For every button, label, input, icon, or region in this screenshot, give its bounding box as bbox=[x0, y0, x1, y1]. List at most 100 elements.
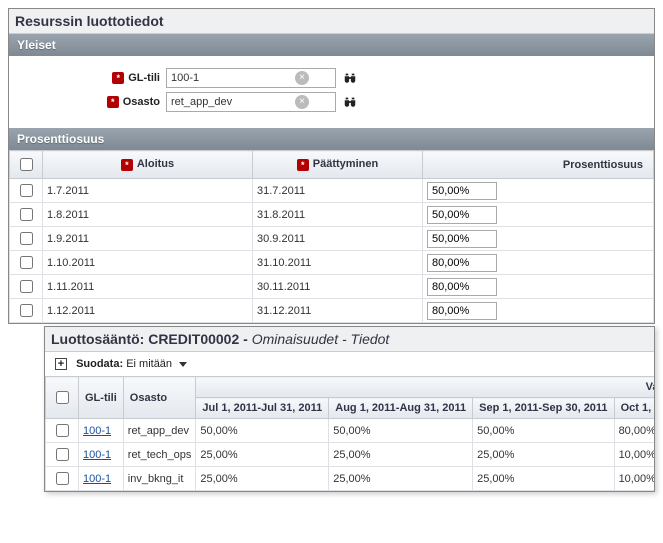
pct-input[interactable] bbox=[427, 230, 497, 248]
table-row: 1.9.201130.9.2011 bbox=[10, 227, 654, 251]
cell-end: 30.9.2011 bbox=[253, 227, 423, 251]
col-pct: Prosenttiosuus bbox=[423, 151, 654, 179]
cell-start: 1.10.2011 bbox=[43, 251, 253, 275]
cell-start: 1.8.2011 bbox=[43, 203, 253, 227]
col-start: *Aloitus bbox=[43, 151, 253, 179]
pct-input[interactable] bbox=[427, 182, 497, 200]
cell-gl: 100-1 bbox=[79, 467, 124, 491]
cell-gl: 100-1 bbox=[79, 419, 124, 443]
table-row: 100-1ret_tech_ops25,00%25,00%25,00%10,00… bbox=[46, 443, 655, 467]
pct-input[interactable] bbox=[427, 254, 497, 272]
cell-pct bbox=[423, 179, 654, 203]
cell-start: 1.12.2011 bbox=[43, 299, 253, 323]
cell-end: 31.10.2011 bbox=[253, 251, 423, 275]
binoculars-icon[interactable] bbox=[342, 70, 358, 86]
cell-end: 31.7.2011 bbox=[253, 179, 423, 203]
panel-title: Resurssin luottotiedot bbox=[9, 9, 654, 34]
row-checkbox[interactable] bbox=[56, 472, 69, 485]
select-all-header[interactable] bbox=[10, 151, 43, 179]
cell-dept: ret_app_dev bbox=[123, 419, 196, 443]
cell-pct bbox=[423, 227, 654, 251]
field-dept: *Osasto ret_app_dev × bbox=[21, 92, 642, 112]
cell-pct bbox=[423, 251, 654, 275]
select-all-checkbox[interactable] bbox=[20, 158, 33, 171]
cell-start: 1.7.2011 bbox=[43, 179, 253, 203]
row-checkbox[interactable] bbox=[20, 280, 33, 293]
expand-icon[interactable]: + bbox=[55, 358, 67, 370]
section-percent: Prosenttiosuus bbox=[9, 128, 654, 150]
gl-link[interactable]: 100-1 bbox=[83, 473, 111, 485]
gl-input[interactable]: 100-1 × bbox=[166, 68, 336, 88]
col-m3: Sep 1, 2011-Sep 30, 2011 bbox=[473, 398, 614, 419]
resource-credit-panel: Resurssin luottotiedot Yleiset *GL-tili … bbox=[8, 8, 655, 324]
required-icon: * bbox=[121, 159, 133, 171]
table-row: 1.10.201131.10.2011 bbox=[10, 251, 654, 275]
clear-icon[interactable]: × bbox=[295, 95, 309, 109]
row-checkbox[interactable] bbox=[56, 424, 69, 437]
pct-input[interactable] bbox=[427, 278, 497, 296]
cell-end: 30.11.2011 bbox=[253, 275, 423, 299]
cell-m4: 10,00% bbox=[614, 443, 654, 467]
table-row: 1.12.201131.12.2011 bbox=[10, 299, 654, 323]
cell-m4: 80,00% bbox=[614, 419, 654, 443]
cell-gl: 100-1 bbox=[79, 443, 124, 467]
table-row: 100-1ret_app_dev50,00%50,00%50,00%80,00% bbox=[46, 419, 655, 443]
field-gl: *GL-tili 100-1 × bbox=[21, 68, 642, 88]
col-gl: GL-tili bbox=[79, 377, 124, 419]
binoculars-icon[interactable] bbox=[342, 94, 358, 110]
cell-m1: 25,00% bbox=[196, 467, 329, 491]
cell-pct bbox=[423, 203, 654, 227]
percent-table: *Aloitus *Päättyminen Prosenttiosuus 1.7… bbox=[9, 150, 654, 323]
row-checkbox[interactable] bbox=[20, 304, 33, 317]
row-checkbox[interactable] bbox=[56, 448, 69, 461]
panel-title: Luottosääntö: CREDIT00002 - Ominaisuudet… bbox=[45, 327, 654, 352]
cell-m2: 25,00% bbox=[329, 443, 473, 467]
gl-link[interactable]: 100-1 bbox=[83, 449, 111, 461]
cell-m4: 10,00% bbox=[614, 467, 654, 491]
cell-m3: 25,00% bbox=[473, 443, 614, 467]
cell-start: 1.11.2011 bbox=[43, 275, 253, 299]
select-all-checkbox[interactable] bbox=[56, 391, 69, 404]
select-all-header[interactable] bbox=[46, 377, 79, 419]
cell-m1: 25,00% bbox=[196, 443, 329, 467]
table-row: 1.7.201131.7.2011 bbox=[10, 179, 654, 203]
col-m1: Jul 1, 2011-Jul 31, 2011 bbox=[196, 398, 329, 419]
col-m2: Aug 1, 2011-Aug 31, 2011 bbox=[329, 398, 473, 419]
cell-m1: 50,00% bbox=[196, 419, 329, 443]
cell-m3: 50,00% bbox=[473, 419, 614, 443]
col-m4: Oct 1, 2011- bbox=[614, 398, 654, 419]
table-row: 100-1inv_bkng_it25,00%25,00%25,00%10,00% bbox=[46, 467, 655, 491]
col-end: *Päättyminen bbox=[253, 151, 423, 179]
required-icon: * bbox=[297, 159, 309, 171]
gl-link[interactable]: 100-1 bbox=[83, 425, 111, 437]
col-dept: Osasto bbox=[123, 377, 196, 419]
group-allocation: Varaus bbox=[196, 377, 654, 398]
cell-dept: inv_bkng_it bbox=[123, 467, 196, 491]
dept-input[interactable]: ret_app_dev × bbox=[166, 92, 336, 112]
cell-end: 31.8.2011 bbox=[253, 203, 423, 227]
required-icon: * bbox=[107, 96, 119, 108]
credit-rule-panel: Luottosääntö: CREDIT00002 - Ominaisuudet… bbox=[44, 326, 655, 492]
cell-pct bbox=[423, 275, 654, 299]
pct-input[interactable] bbox=[427, 206, 497, 224]
form-area: *GL-tili 100-1 × *Osasto ret_app_dev × bbox=[9, 56, 654, 128]
clear-icon[interactable]: × bbox=[295, 71, 309, 85]
cell-m3: 25,00% bbox=[473, 467, 614, 491]
cell-pct bbox=[423, 299, 654, 323]
section-general: Yleiset bbox=[9, 34, 654, 56]
row-checkbox[interactable] bbox=[20, 232, 33, 245]
chevron-down-icon[interactable] bbox=[179, 362, 187, 367]
table-row: 1.8.201131.8.2011 bbox=[10, 203, 654, 227]
filter-bar[interactable]: + Suodata: Ei mitään bbox=[45, 352, 654, 376]
cell-end: 31.12.2011 bbox=[253, 299, 423, 323]
cell-m2: 25,00% bbox=[329, 467, 473, 491]
cell-m2: 50,00% bbox=[329, 419, 473, 443]
pct-input[interactable] bbox=[427, 302, 497, 320]
row-checkbox[interactable] bbox=[20, 256, 33, 269]
required-icon: * bbox=[112, 72, 124, 84]
cell-start: 1.9.2011 bbox=[43, 227, 253, 251]
row-checkbox[interactable] bbox=[20, 208, 33, 221]
row-checkbox[interactable] bbox=[20, 184, 33, 197]
cell-dept: ret_tech_ops bbox=[123, 443, 196, 467]
allocation-table: GL-tili Osasto Varaus Jul 1, 2011-Jul 31… bbox=[45, 376, 654, 491]
